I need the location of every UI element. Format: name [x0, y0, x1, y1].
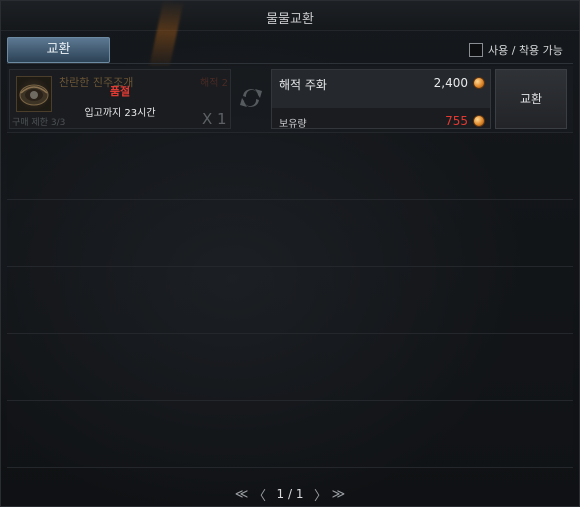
last-page-button[interactable]: ≫ — [331, 487, 346, 502]
cost-currency-name: 해적 주화 — [279, 78, 327, 92]
cost-panel: 해적 주화 2,400 보유량 755 — [271, 69, 491, 130]
owned-amount: 755 — [445, 114, 468, 128]
usable-filter[interactable]: 사용 / 착용 가능 — [469, 41, 563, 59]
window-title: 물물교환 — [266, 12, 314, 27]
title-bar[interactable]: 물물교환 — [1, 1, 579, 31]
pirate-coin-icon — [473, 115, 485, 127]
cost-amount: 2,400 — [433, 76, 468, 90]
next-page-button[interactable]: 〉 — [313, 485, 327, 504]
empty-row — [7, 401, 573, 468]
item-slot[interactable]: 찬란한 진주조개 해적 2 구매 제한 3/3 X 1 품절 입고까지 23시간 — [9, 69, 231, 129]
usable-filter-checkbox[interactable] — [469, 43, 483, 57]
barter-window: 물물교환 교환 사용 / 착용 가능 찬란한 진주조개 해적 2 구매 제한 3… — [0, 0, 580, 507]
page-indicator: 1 / 1 — [276, 487, 304, 501]
tab-exchange[interactable]: 교환 — [7, 37, 110, 63]
swap-icon — [237, 84, 265, 112]
empty-row — [7, 200, 573, 267]
exchange-list: 찬란한 진주조개 해적 2 구매 제한 3/3 X 1 품절 입고까지 23시간… — [7, 66, 573, 471]
usable-filter-label: 사용 / 착용 가능 — [488, 44, 563, 57]
exchange-button[interactable]: 교환 — [495, 69, 567, 129]
first-page-button[interactable]: ≪ — [235, 487, 249, 502]
empty-row — [7, 133, 573, 200]
pirate-coin-icon — [473, 77, 485, 89]
exchange-row: 찬란한 진주조개 해적 2 구매 제한 3/3 X 1 품절 입고까지 23시간… — [7, 66, 573, 133]
empty-row — [7, 267, 573, 334]
soldout-badge: 품절 — [109, 85, 131, 98]
empty-row — [7, 334, 573, 401]
tab-divider — [7, 63, 573, 64]
pagination: ≪ 〈 1 / 1 〉 ≫ — [1, 485, 579, 504]
prev-page-button[interactable]: 〈 — [253, 485, 267, 504]
owned-label: 보유량 — [279, 119, 307, 130]
restock-timer: 입고까지 23시간 — [84, 108, 156, 119]
